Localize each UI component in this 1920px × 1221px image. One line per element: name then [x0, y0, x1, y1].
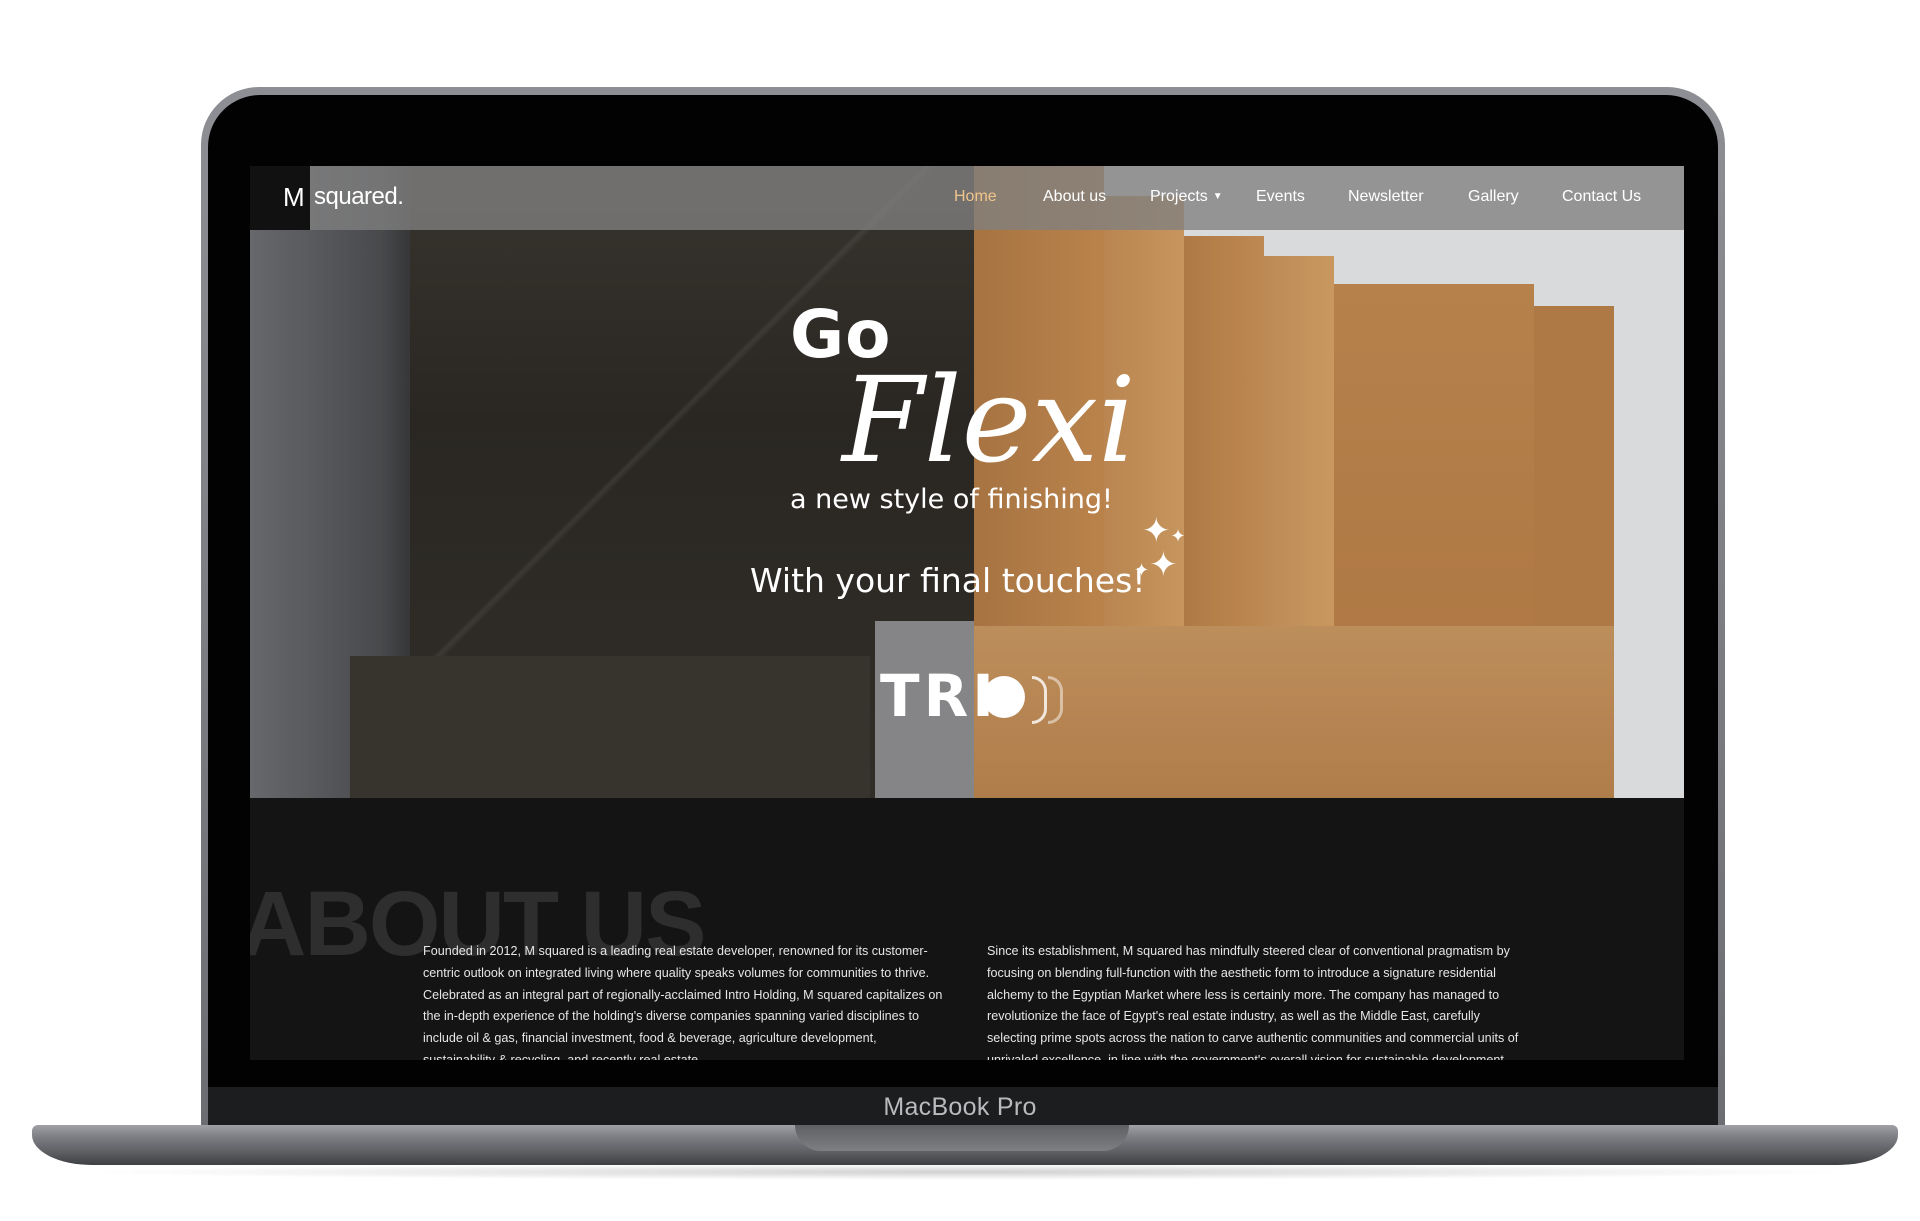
hero-flexi-text: Flexi: [842, 351, 1136, 489]
nav-about-us[interactable]: About us: [1043, 188, 1106, 206]
nav-gallery[interactable]: Gallery: [1468, 188, 1519, 206]
chevron-down-icon[interactable]: ▼: [1213, 191, 1223, 202]
top-navbar: M squared. Home About us Projects ▼ Event…: [250, 166, 1684, 230]
nav-contact-us[interactable]: Contact Us: [1562, 188, 1641, 206]
nav-newsletter[interactable]: Newsletter: [1348, 188, 1424, 206]
logo-letter[interactable]: M: [283, 182, 305, 213]
website-screen: Go Flexi a new style of finishing! With …: [250, 166, 1684, 1060]
about-text-right: Since its establishment, M squared has m…: [987, 944, 1519, 1060]
laptop-notch: [795, 1125, 1129, 1151]
trio-logo-arc: [1048, 676, 1063, 724]
laptop-shadow: [70, 1164, 1860, 1180]
device-label: MacBook Pro: [883, 1093, 1037, 1121]
nav-events[interactable]: Events: [1256, 188, 1305, 206]
trio-logo-dot: [983, 676, 1025, 718]
hero-tagline: a new style of finishing!: [790, 484, 1113, 515]
trio-logo-text: TRI: [880, 662, 998, 730]
nav-home[interactable]: Home: [954, 188, 997, 206]
hero-banner[interactable]: Go Flexi a new style of finishing! With …: [250, 166, 1684, 798]
trio-logo-arc: [1032, 676, 1047, 724]
about-text-left: Founded in 2012, M squared is a leading …: [423, 944, 943, 1060]
hero-final-line: With your final touches!: [750, 561, 1146, 600]
nav-projects-label[interactable]: Projects: [1150, 188, 1208, 205]
nav-projects[interactable]: Projects ▼: [1150, 188, 1223, 206]
hero-text: Go Flexi a new style of finishing! With …: [250, 166, 1684, 798]
sparkle-icon: ✦✦ ✦✦: [1134, 512, 1186, 584]
logo-wordmark[interactable]: squared.: [314, 183, 404, 211]
